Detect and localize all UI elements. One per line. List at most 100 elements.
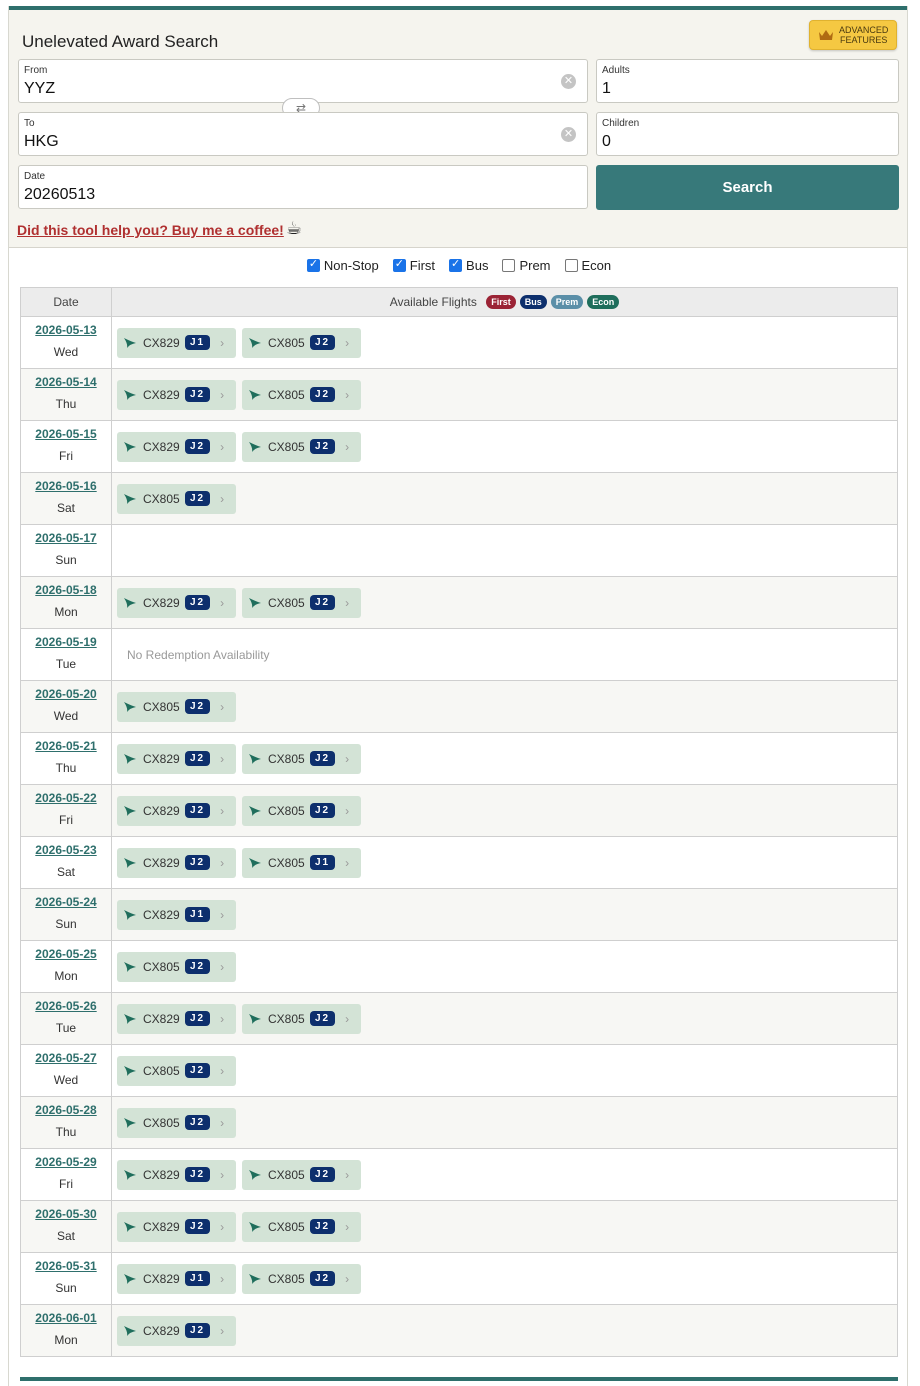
- filter-nonstop[interactable]: Non-Stop: [306, 257, 379, 273]
- filter-econ[interactable]: Econ: [564, 258, 611, 273]
- flight-chip[interactable]: CX829 J1 ›: [117, 327, 236, 358]
- cathay-logo-icon: [124, 753, 136, 764]
- adults-field[interactable]: Adults 1: [596, 59, 899, 103]
- flight-chip[interactable]: CX805 J2 ›: [242, 743, 361, 774]
- clear-to-icon[interactable]: ✕: [561, 127, 576, 142]
- flight-chip[interactable]: CX805 J2 ›: [242, 1263, 361, 1294]
- filter-prem[interactable]: Prem: [502, 258, 551, 273]
- filter-checkbox[interactable]: [564, 259, 578, 272]
- date-link[interactable]: 2026-05-24: [21, 895, 111, 909]
- flight-chip[interactable]: CX829 J2 ›: [117, 1211, 236, 1242]
- day-of-week: Mon: [54, 605, 78, 619]
- from-field[interactable]: From YYZ ✕: [18, 59, 588, 103]
- date-link[interactable]: 2026-05-17: [21, 531, 111, 545]
- date-cell: 2026-05-23 Sat: [20, 836, 112, 889]
- date-link[interactable]: 2026-05-26: [21, 999, 111, 1013]
- date-link[interactable]: 2026-05-15: [21, 427, 111, 441]
- table-row: 2026-05-31 Sun CX829 J1 › CX805 J2 ›: [20, 1252, 898, 1305]
- date-link[interactable]: 2026-05-13: [21, 323, 111, 337]
- date-input[interactable]: 20260513: [24, 186, 95, 204]
- date-link[interactable]: 2026-06-01: [21, 1311, 111, 1325]
- filter-bus[interactable]: Bus: [449, 257, 488, 273]
- filter-checkbox[interactable]: [502, 259, 516, 272]
- filter-checkbox[interactable]: [306, 257, 320, 272]
- filter-checkbox[interactable]: [392, 257, 406, 272]
- flight-chip[interactable]: CX829 J2 ›: [117, 743, 236, 774]
- children-input[interactable]: 0: [602, 133, 611, 151]
- children-field[interactable]: Children 0: [596, 112, 899, 156]
- flight-chip[interactable]: CX829 J1 ›: [117, 899, 236, 930]
- advanced-features-button[interactable]: ADVANCED FEATURES: [809, 20, 897, 50]
- date-label: Date: [24, 171, 46, 182]
- flight-chip[interactable]: CX829 J1 ›: [117, 1263, 236, 1294]
- flight-chip[interactable]: CX805 J2 ›: [242, 327, 361, 358]
- flight-chip[interactable]: CX805 J2 ›: [242, 1159, 361, 1190]
- cathay-logo-icon: [249, 1273, 261, 1284]
- date-link[interactable]: 2026-05-27: [21, 1051, 111, 1065]
- class-availability-badge: J2: [310, 1219, 336, 1234]
- flight-number: CX805: [268, 439, 305, 454]
- table-row: 2026-05-29 Fri CX829 J2 › CX805 J2 ›: [20, 1148, 898, 1201]
- flight-chip[interactable]: CX829 J2 ›: [117, 431, 236, 462]
- filter-label: First: [409, 258, 436, 273]
- cathay-logo-icon: [124, 597, 136, 608]
- flight-chip[interactable]: CX829 J2 ›: [117, 1003, 236, 1034]
- class-availability-badge: J1: [310, 855, 336, 870]
- date-cell: 2026-05-26 Tue: [20, 992, 112, 1045]
- flight-chip[interactable]: CX805 J2 ›: [117, 1107, 236, 1138]
- date-link[interactable]: 2026-05-16: [21, 479, 111, 493]
- clear-from-icon[interactable]: ✕: [561, 74, 576, 89]
- flight-chip[interactable]: CX829 J2 ›: [117, 1315, 236, 1346]
- date-link[interactable]: 2026-05-20: [21, 687, 111, 701]
- date-link[interactable]: 2026-05-31: [21, 1259, 111, 1273]
- date-link[interactable]: 2026-05-14: [21, 375, 111, 389]
- filter-checkbox[interactable]: [449, 257, 463, 272]
- flight-chip[interactable]: CX829 J2 ›: [117, 795, 236, 826]
- flights-cell: CX829 J2 › CX805 J2 ›: [111, 992, 898, 1045]
- flight-chip[interactable]: CX805 J1 ›: [242, 847, 361, 878]
- flight-chip[interactable]: CX829 J2 ›: [117, 1159, 236, 1190]
- flight-chip[interactable]: CX805 J2 ›: [242, 587, 361, 618]
- date-link[interactable]: 2026-05-23: [21, 843, 111, 857]
- to-field[interactable]: To HKG ✕: [18, 112, 588, 156]
- table-row: 2026-05-25 Mon CX805 J2 ›: [20, 940, 898, 993]
- date-link[interactable]: 2026-05-29: [21, 1155, 111, 1169]
- class-availability-badge: J2: [310, 1167, 336, 1182]
- cathay-logo-icon: [249, 1013, 261, 1024]
- flight-chip[interactable]: CX805 J2 ›: [117, 483, 236, 514]
- flight-chip[interactable]: CX829 J2 ›: [117, 379, 236, 410]
- to-input[interactable]: HKG: [24, 133, 59, 151]
- date-cell: 2026-05-25 Mon: [20, 940, 112, 993]
- flight-chip[interactable]: CX829 J2 ›: [117, 847, 236, 878]
- from-input[interactable]: YYZ: [24, 80, 55, 98]
- flight-chip[interactable]: CX805 J2 ›: [242, 795, 361, 826]
- flight-chip[interactable]: CX805 J2 ›: [117, 951, 236, 982]
- flight-chip[interactable]: CX805 J2 ›: [242, 431, 361, 462]
- search-button[interactable]: Search: [596, 165, 899, 210]
- flight-chip[interactable]: CX805 J2 ›: [117, 1055, 236, 1086]
- date-link[interactable]: 2026-05-18: [21, 583, 111, 597]
- flight-chip[interactable]: CX805 J2 ›: [242, 1003, 361, 1034]
- date-link[interactable]: 2026-05-21: [21, 739, 111, 753]
- filter-first[interactable]: First: [392, 257, 436, 273]
- cathay-logo-icon: [124, 1221, 136, 1232]
- adults-input[interactable]: 1: [602, 80, 611, 98]
- date-link[interactable]: 2026-05-25: [21, 947, 111, 961]
- date-link[interactable]: 2026-05-22: [21, 791, 111, 805]
- flight-chip[interactable]: CX805 J2 ›: [242, 379, 361, 410]
- day-of-week: Mon: [54, 969, 78, 983]
- flights-cell: CX829 J2 ›: [111, 1304, 898, 1357]
- date-link[interactable]: 2026-05-30: [21, 1207, 111, 1221]
- flight-chip[interactable]: CX805 J2 ›: [242, 1211, 361, 1242]
- class-availability-badge: J2: [310, 335, 336, 350]
- flights-cell: CX805 J2 ›: [111, 1044, 898, 1097]
- flight-chip[interactable]: CX805 J2 ›: [117, 691, 236, 722]
- date-field[interactable]: Date 20260513: [18, 165, 588, 209]
- buy-coffee-link[interactable]: Did this tool help you? Buy me a coffee!: [17, 222, 284, 238]
- date-link[interactable]: 2026-05-19: [21, 635, 111, 649]
- date-link[interactable]: 2026-05-28: [21, 1103, 111, 1117]
- flight-number: CX805: [268, 595, 305, 610]
- flight-chip[interactable]: CX829 J2 ›: [117, 587, 236, 618]
- cathay-logo-icon: [124, 493, 136, 504]
- cathay-logo-icon: [124, 1325, 136, 1336]
